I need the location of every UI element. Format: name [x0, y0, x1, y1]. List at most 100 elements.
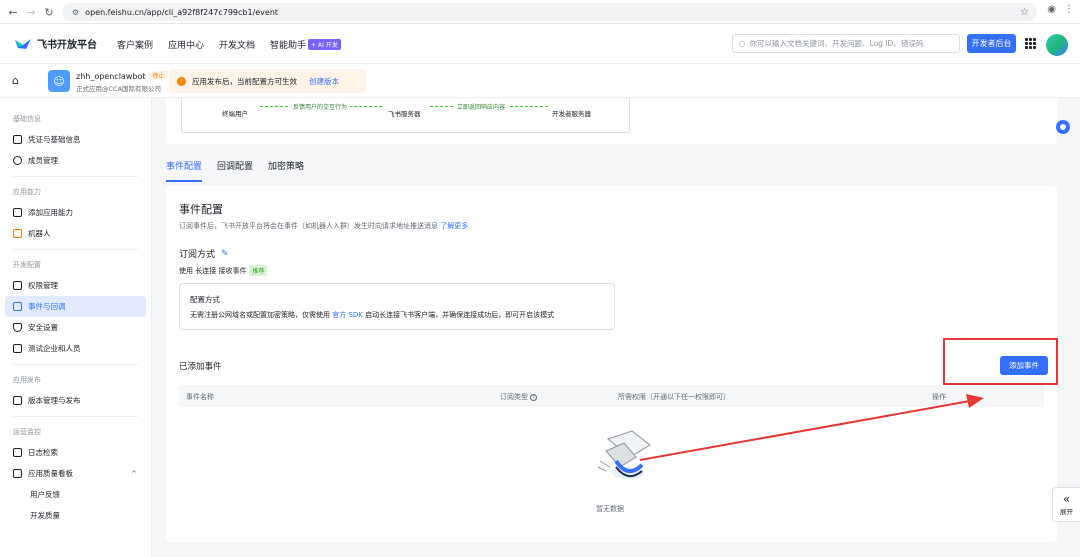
flow-node-dev: 开发者服务器 [552, 110, 591, 118]
mode-text: 使用 长连接 接收事件 [179, 266, 247, 275]
event-icon [13, 302, 22, 311]
sdk-link[interactable]: 官方 SDK [332, 311, 363, 319]
config-method-box: 配置方式 无需注册公网域名或配置加密策略，仅需使用 官方 SDK 启动长连接飞书… [179, 283, 615, 330]
search-icon: ○ [739, 39, 746, 48]
sidebar-item-quality[interactable]: 应用质量看板 ^ [0, 463, 151, 484]
sidebar-item-dev-quality[interactable]: 开发质量 [0, 505, 151, 526]
upload-icon [13, 396, 22, 405]
sidebar-item-label: 应用质量看板 [28, 469, 73, 478]
reload-icon[interactable]: ↻ [40, 3, 58, 21]
tab-bar: 事件配置 回调配置 加密策略 [166, 159, 304, 182]
browser-toolbar: ← → ↻ ⚙ open.feishu.cn/app/cli_a92f8f247… [0, 0, 1080, 24]
sidebar-item-permissions[interactable]: 权限管理 [0, 275, 151, 296]
sidebar-item-credentials[interactable]: 凭证与基础信息 [0, 129, 151, 150]
sidebar-item-label: 版本管理与发布 [28, 396, 81, 405]
column-subscribe-type: 订阅类型? [500, 392, 537, 402]
event-config-desc: 订阅事件后，飞书开放平台将会在事件（如机器人入群）发生时向请求地址推送消息 了解… [179, 221, 468, 231]
sidebar-item-test-tenant[interactable]: 测试企业和人员 [0, 338, 151, 359]
event-config-card: 事件配置 订阅事件后，飞书开放平台将会在事件（如机器人入群）发生时向请求地址推送… [166, 186, 1057, 542]
sidebar-divider [13, 364, 138, 365]
flow-card: 终端用户 飞书服务器 开发者服务器 反馈用户的交互行为 立即返回响应内容 [166, 98, 1057, 144]
expand-panel-button[interactable]: « 展开 [1052, 487, 1080, 522]
sidebar-item-add-capability[interactable]: 添加应用能力 [0, 202, 151, 223]
sidebar-group-monitor: 运营监控 [13, 428, 41, 436]
sidebar-item-logs[interactable]: 日志检索 [0, 442, 151, 463]
brand[interactable]: 飞书开放平台 [14, 36, 97, 51]
sidebar-item-security[interactable]: 安全设置 [0, 317, 151, 338]
empty-box-icon [597, 430, 651, 479]
sidebar-group-dev-config: 开发配置 [13, 261, 41, 269]
nav-link-cases[interactable]: 客户案例 [117, 38, 153, 51]
site-info-icon[interactable]: ⚙ [72, 8, 79, 17]
sidebar-item-feedback[interactable]: 用户反馈 [0, 484, 151, 505]
notice-text: 应用发布后，当前配置方可生效 [192, 76, 297, 86]
learn-more-link[interactable]: 了解更多 [440, 222, 468, 230]
address-bar[interactable]: ⚙ open.feishu.cn/app/cli_a92f8f247c799cb… [62, 3, 1037, 21]
sidebar-item-label: 安全设置 [28, 323, 58, 332]
profile-icon[interactable]: ◉ [1047, 4, 1056, 15]
nav-link-assistant-label: 智能助手 [270, 41, 307, 51]
forward-icon[interactable]: → [22, 3, 40, 21]
app-header: ⌂ ☺ zhh_openclawbot 停止 正式应用@CCA国际有限公司 ! 应… [0, 64, 1080, 98]
publish-notice: ! 应用发布后，当前配置方可生效 创建版本 [169, 69, 366, 93]
log-icon [13, 448, 22, 457]
column-permissions: 所需权限（开通以下任一权限即可） [618, 393, 730, 401]
bookmark-star-icon[interactable]: ☆ [1020, 7, 1029, 18]
edit-icon[interactable]: ✎ [221, 249, 229, 259]
tab-event-config[interactable]: 事件配置 [166, 159, 203, 182]
sidebar-item-versions[interactable]: 版本管理与发布 [0, 390, 151, 411]
assistant-float-icon[interactable] [1056, 120, 1070, 134]
warning-icon: ! [177, 76, 186, 86]
sidebar-item-bot[interactable]: 机器人 [0, 223, 151, 244]
sidebar-group-basic: 基础信息 [13, 115, 41, 123]
sidebar-item-label: 凭证与基础信息 [28, 135, 81, 144]
sidebar-item-members[interactable]: 成员管理 [0, 150, 151, 171]
page-title: 事件配置 [179, 203, 223, 216]
chart-icon [13, 469, 22, 478]
apps-grid-icon[interactable] [1025, 38, 1036, 49]
nav-link-app-center[interactable]: 应用中心 [168, 38, 204, 51]
column-actions: 操作 [932, 393, 946, 401]
top-navigation: 飞书开放平台 客户案例 应用中心 开发文档 智能助手 + AI 开发 ○ 你可以输… [0, 24, 1080, 64]
config-method-text: 无需注册公网域名或配置加密策略，仅需使用 官方 SDK 启动长连接飞书客户端，并… [190, 310, 554, 320]
sidebar-item-label: 日志检索 [28, 448, 58, 457]
config-text-2: 启动长连接飞书客户端，并确保连接成功后，即可开启该模式 [365, 311, 555, 319]
search-placeholder: 你可以输入文档关键词、开发问题、Log ID、错误码 [749, 39, 924, 48]
chevron-up-icon[interactable]: ^ [131, 470, 137, 478]
flow-arrow-label-2: 立即返回响应内容 [454, 102, 509, 111]
app-name: zhh_openclawbot [76, 72, 146, 81]
sidebar-item-label: 机器人 [28, 229, 51, 238]
empty-state-text: 暂无数据 [596, 505, 624, 513]
flow-diagram: 终端用户 飞书服务器 开发者服务器 反馈用户的交互行为 立即返回响应内容 [181, 98, 630, 133]
tab-callback-config[interactable]: 回调配置 [217, 159, 253, 179]
back-icon[interactable]: ← [4, 3, 22, 21]
sidebar-divider [13, 416, 138, 417]
main-content: 终端用户 飞书服务器 开发者服务器 反馈用户的交互行为 立即返回响应内容 事件配… [152, 98, 1080, 557]
nav-link-docs[interactable]: 开发文档 [219, 38, 255, 51]
sidebar-item-label: 添加应用能力 [28, 208, 73, 217]
search-input[interactable]: ○ 你可以输入文档关键词、开发问题、Log ID、错误码 [732, 34, 960, 53]
flow-arrow-label-1: 反馈用户的交互行为 [290, 102, 351, 111]
help-icon[interactable]: ? [530, 394, 537, 401]
avatar[interactable] [1046, 34, 1068, 56]
nav-link-assistant[interactable]: 智能助手 + AI 开发 [270, 38, 341, 51]
sidebar-group-capability: 应用能力 [13, 188, 41, 196]
annotation-highlight-box [943, 338, 1058, 385]
sidebar-item-label: 测试企业和人员 [28, 344, 81, 353]
desc-text: 订阅事件后，飞书开放平台将会在事件（如机器人入群）发生时向请求地址推送消息 [179, 222, 438, 230]
ai-badge: + AI 开发 [308, 39, 341, 50]
developer-console-button[interactable]: 开发者后台 [967, 34, 1016, 53]
added-events-title: 已添加事件 [179, 362, 222, 372]
sidebar-item-label: 事件与回调 [28, 302, 66, 311]
tab-encryption[interactable]: 加密策略 [268, 159, 304, 179]
browser-menu-icon[interactable]: ⋮ [1064, 4, 1074, 15]
create-version-link[interactable]: 创建版本 [309, 76, 339, 87]
sidebar-group-release: 应用发布 [13, 376, 41, 384]
home-icon[interactable]: ⌂ [12, 74, 24, 87]
feishu-logo-icon [15, 38, 31, 49]
expand-label: 展开 [1060, 508, 1073, 516]
sidebar-item-label: 开发质量 [30, 511, 60, 520]
user-icon [13, 156, 22, 165]
config-text-1: 无需注册公网域名或配置加密策略，仅需使用 [190, 311, 330, 319]
sidebar-item-events[interactable]: 事件与回调 [5, 296, 146, 317]
